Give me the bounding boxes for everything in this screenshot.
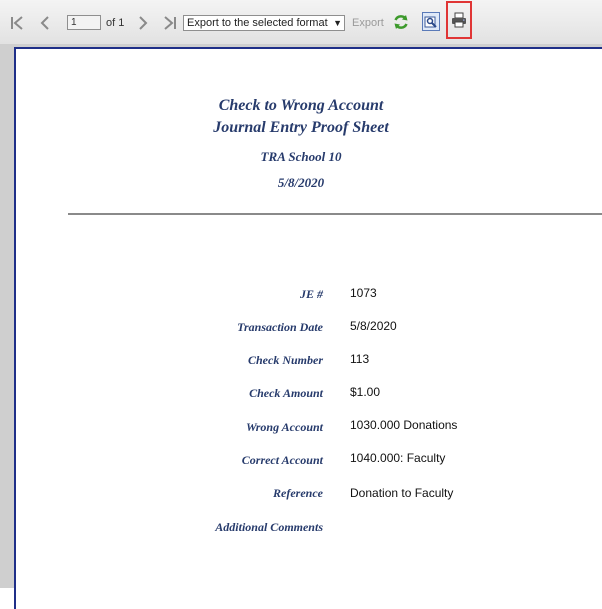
header-divider (68, 213, 602, 215)
printer-icon (452, 12, 466, 28)
field-label-check-number: Check Number (248, 353, 323, 367)
field-label-transaction-date: Transaction Date (237, 320, 323, 334)
refresh-icon[interactable] (392, 13, 410, 31)
last-page-icon[interactable] (161, 13, 179, 33)
report-date: 5/8/2020 (277, 175, 325, 190)
field-label-check-amount: Check Amount (249, 386, 323, 400)
field-value-je-number: 1073 (350, 286, 377, 300)
export-button[interactable]: Export (352, 17, 384, 29)
field-value-check-number: 113 (350, 352, 370, 366)
find-icon[interactable] (422, 12, 440, 31)
print-button[interactable] (446, 1, 472, 39)
first-page-icon[interactable] (8, 13, 26, 33)
field-value-transaction-date: 5/8/2020 (350, 319, 397, 333)
page-number-input[interactable]: 1 (67, 15, 101, 30)
report-title: Check to Wrong Account (218, 97, 384, 114)
export-format-select[interactable]: Export to the selected format ▼ (183, 15, 345, 31)
previous-page-icon[interactable] (36, 13, 54, 33)
export-format-value: Export to the selected format (187, 17, 328, 29)
page-count-label: of 1 (106, 17, 125, 29)
report-subtitle: Journal Entry Proof Sheet (213, 119, 389, 136)
next-page-icon[interactable] (134, 13, 152, 33)
field-value-reference: Donation to Faculty (350, 486, 454, 500)
field-value-correct-account: 1040.000: Faculty (350, 451, 446, 465)
report-viewer-toolbar: 1 of 1 Export to the selected format ▼ E… (0, 0, 602, 45)
field-label-reference: Reference (273, 486, 323, 500)
school-name: TRA School 10 (260, 149, 342, 164)
field-value-wrong-account: 1030.000 Donations (350, 418, 458, 432)
field-label-correct-account: Correct Account (241, 453, 323, 467)
field-value-check-amount: $1.00 (350, 385, 381, 399)
field-label-additional-comments: Additional Comments (215, 520, 323, 534)
dropdown-arrow-icon: ▼ (333, 18, 342, 28)
field-label-wrong-account: Wrong Account (245, 420, 323, 434)
field-label-je-number: JE # (299, 287, 323, 301)
